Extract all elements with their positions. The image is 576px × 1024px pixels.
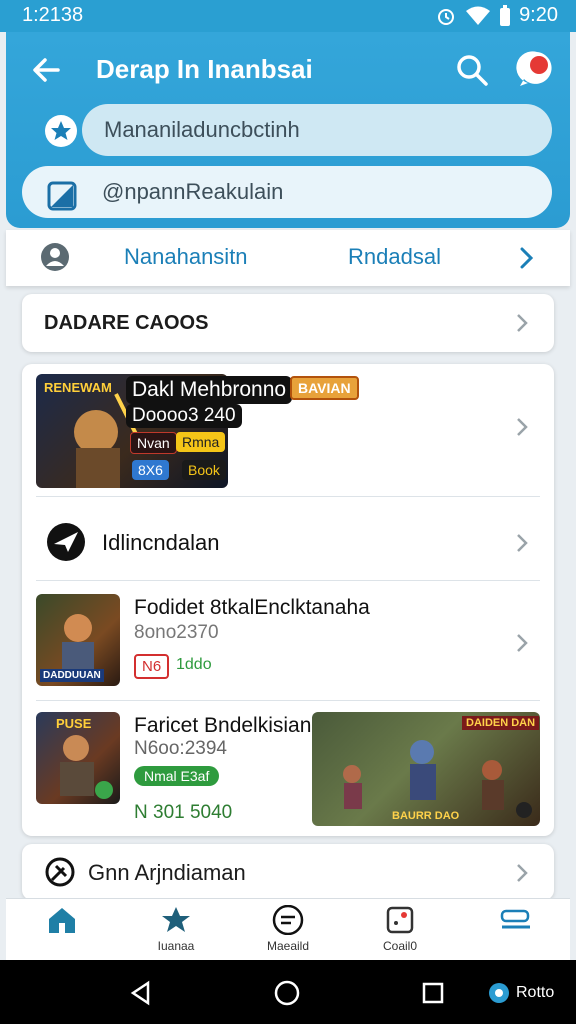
bottom-list-card[interactable]: Gnn Arjndiaman <box>22 844 554 900</box>
recents-square-icon[interactable] <box>422 982 444 1004</box>
bottom-item-label: Gnn Arjndiaman <box>88 860 246 885</box>
message-icon <box>272 905 304 935</box>
item-badge: 8X6 <box>132 460 169 480</box>
item-title: Fodidet 8tkalEnclktanaha <box>134 596 370 619</box>
nav-games[interactable]: Coail0 <box>360 905 440 953</box>
system-navigation-bar: Rotto <box>0 960 576 1024</box>
notification-chat-icon[interactable] <box>516 48 558 90</box>
nav-label: Coail0 <box>382 939 418 953</box>
thumbnail-title: PUSE <box>56 716 92 731</box>
nav-label: Iuanaa <box>157 939 195 953</box>
nav-messages[interactable]: Maeaild <box>248 905 328 953</box>
search-icon[interactable] <box>454 52 490 88</box>
item-badge: 1ddo <box>176 656 212 673</box>
alarm-icon <box>438 8 455 25</box>
chevron-right-icon <box>517 314 528 332</box>
battery-icon <box>500 4 511 26</box>
item-badge: N6 <box>134 654 170 679</box>
chevron-right-icon[interactable] <box>514 244 538 272</box>
app-bar: Derap In Inanbsai Mananiladuncbctinh @np… <box>6 32 570 228</box>
divider <box>36 580 540 581</box>
back-triangle-icon[interactable] <box>128 980 154 1006</box>
item-subtitle: Doooo3 240 <box>126 404 242 428</box>
divider <box>36 700 540 701</box>
game-thumbnail: PUSE <box>36 712 120 804</box>
item-badge: Nmal E3af <box>134 766 220 786</box>
plane-badge-icon <box>47 523 85 561</box>
status-bar: 1:2138 9:20 <box>0 0 576 32</box>
search-input[interactable]: Mananiladuncbctinh <box>82 104 552 156</box>
compass-icon <box>45 857 75 887</box>
chevron-right-icon <box>517 534 528 552</box>
nav-home[interactable] <box>22 905 102 939</box>
assistant-icon <box>489 983 509 1003</box>
nav-favorites[interactable]: Iuanaa <box>136 905 216 953</box>
page-title: Derap In Inanbsai <box>96 54 313 84</box>
item-subtitle: N6oo:2394 <box>134 738 227 759</box>
person-icon[interactable] <box>40 242 70 272</box>
item-title: Dakl Mehbronno <box>126 376 293 404</box>
list-item[interactable]: DADDUUAN Fodidet 8tkalEnclktanaha 8ono23… <box>22 586 554 700</box>
chevron-right-icon <box>517 418 528 436</box>
back-arrow-icon[interactable] <box>28 52 64 88</box>
thumbnail-title: DADDUUAN <box>40 669 104 682</box>
item-subtitle: 8ono2370 <box>134 622 219 643</box>
layers-icon <box>500 909 530 929</box>
item-badge: Nvan <box>130 432 177 454</box>
status-time: 1:2138 <box>22 4 84 26</box>
home-circle-icon[interactable] <box>274 980 300 1006</box>
banner-caption: BAURR DAO <box>392 810 460 822</box>
divider <box>36 496 540 497</box>
wifi-icon <box>466 6 491 25</box>
tab-second[interactable]: Rndadsal <box>348 244 441 270</box>
item-title: Faricet Bndelkisian <box>134 714 312 737</box>
section-heading: DADARE CAOOS <box>44 312 209 334</box>
game-banner[interactable]: DAIDEN DAN BAURR DAO <box>312 712 540 826</box>
section-header-card[interactable]: DADARE CAOOS <box>22 294 554 352</box>
game-thumbnail: DADDUUAN <box>36 594 120 686</box>
list-item[interactable]: RENEWAM Dakl Mehbronno BAVIAN Doooo3 240… <box>22 364 554 496</box>
tab-first[interactable]: Nanahansitn <box>124 244 248 270</box>
nav-label: Maeaild <box>266 939 310 953</box>
edit-icon <box>47 181 77 211</box>
game-list-card: RENEWAM Dakl Mehbronno BAVIAN Doooo3 240… <box>22 364 554 836</box>
tab-bar: Nanahansitn Rndadsal <box>6 230 570 286</box>
item-badge: Rmna <box>176 432 226 452</box>
item-badge: Book <box>182 460 226 480</box>
assistant-button[interactable]: Rotto <box>488 982 554 1004</box>
thumbnail-title: RENEWAM <box>44 380 112 395</box>
nav-more[interactable] <box>476 905 556 939</box>
item-title: Idlincndalan <box>102 530 220 555</box>
item-price: N 301 5040 <box>134 802 233 823</box>
status-clock-right: 9:20 <box>519 4 558 26</box>
bottom-navigation: Iuanaa Maeaild Coail0 <box>6 898 570 960</box>
star-icon <box>162 907 190 932</box>
chevron-right-icon <box>517 864 528 882</box>
secondary-input[interactable]: @npannReakulain <box>22 166 552 218</box>
gamepad-icon <box>386 906 414 934</box>
chevron-right-icon <box>517 634 528 652</box>
banner-title: DAIDEN DAN <box>462 716 540 730</box>
assistant-label: Rotto <box>516 984 555 1001</box>
list-item[interactable]: Idlincndalan <box>22 508 554 580</box>
home-icon <box>49 908 75 933</box>
item-tag: BAVIAN <box>290 376 359 400</box>
list-item[interactable]: PUSE Faricet Bndelkisian N6oo:2394 Nmal … <box>22 704 554 832</box>
star-badge-icon <box>45 115 77 147</box>
